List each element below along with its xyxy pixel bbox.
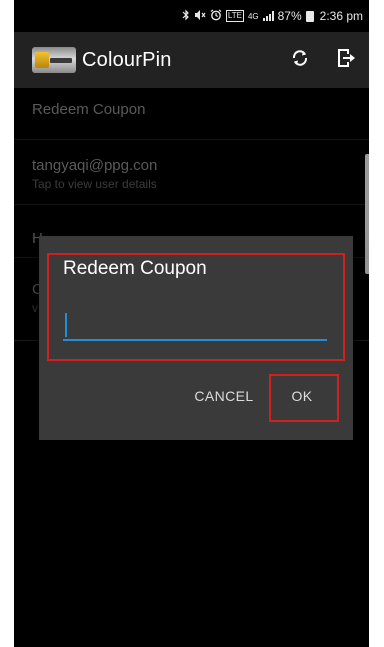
app-title: ColourPin bbox=[82, 48, 172, 71]
refresh-button[interactable] bbox=[277, 37, 323, 83]
alarm-icon bbox=[210, 9, 222, 24]
battery-icon bbox=[305, 10, 314, 22]
menu-item-label: Redeem Coupon bbox=[32, 101, 146, 118]
coupon-input-field[interactable] bbox=[63, 307, 327, 341]
signal-icon bbox=[262, 11, 274, 21]
text-cursor bbox=[65, 313, 67, 337]
bluetooth-icon bbox=[182, 9, 190, 24]
4g-icon: 4G bbox=[247, 11, 259, 21]
mute-icon bbox=[194, 9, 206, 24]
menu-item-label: tangyaqi@ppg.con bbox=[32, 157, 158, 174]
status-bar: LTE 4G 87% 2:36 pm bbox=[14, 0, 369, 32]
scrollbar[interactable] bbox=[365, 154, 369, 274]
dialog-title: Redeem Coupon bbox=[63, 258, 207, 279]
cancel-button[interactable]: CANCEL bbox=[189, 388, 259, 404]
phone-screen: LTE 4G 87% 2:36 pm ColourPin Redeem Coup… bbox=[14, 0, 369, 647]
volte-icon: LTE bbox=[225, 10, 244, 22]
menu-item-user-details[interactable]: tangyaqi@ppg.con Tap to view user detail… bbox=[14, 141, 369, 205]
redeem-coupon-dialog: Redeem Coupon CANCEL OK bbox=[39, 236, 353, 440]
app-actions bbox=[277, 32, 369, 88]
battery-percent: 87% bbox=[277, 9, 302, 23]
app-bar: ColourPin bbox=[14, 32, 369, 88]
logout-button[interactable] bbox=[323, 37, 369, 83]
ok-button[interactable]: OK bbox=[285, 388, 319, 404]
menu-item-redeem-coupon[interactable]: Redeem Coupon bbox=[14, 88, 369, 140]
coupon-input[interactable] bbox=[69, 311, 323, 339]
colourpin-logo bbox=[32, 47, 76, 73]
menu-item-sublabel: Tap to view user details bbox=[32, 177, 157, 191]
refresh-icon bbox=[290, 48, 310, 73]
clock: 2:36 pm bbox=[319, 9, 363, 23]
logout-icon bbox=[335, 47, 357, 74]
